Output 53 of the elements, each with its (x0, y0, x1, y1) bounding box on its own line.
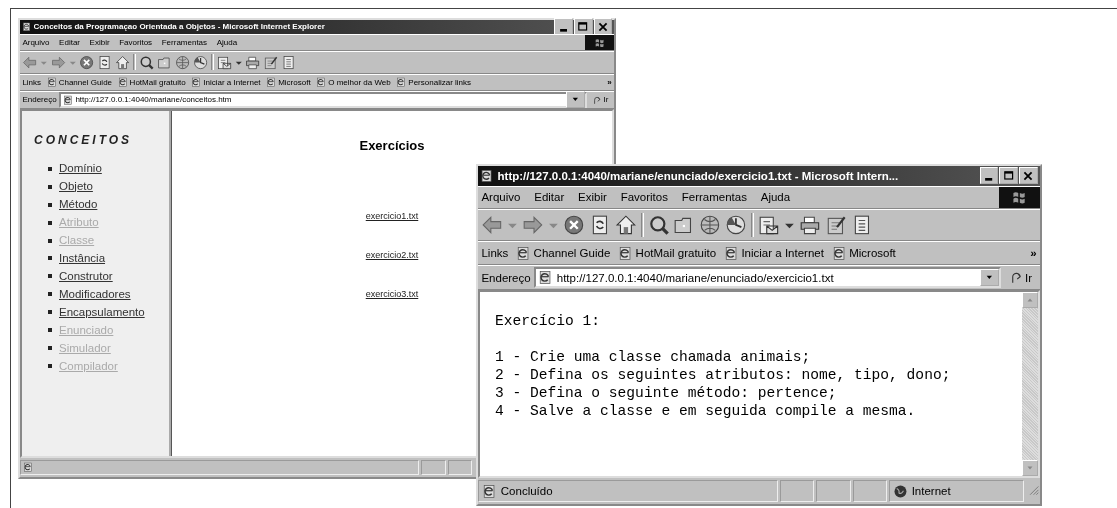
menu-item[interactable]: Exibir (578, 191, 607, 204)
page-heading: Exercícios (359, 137, 425, 153)
link-button[interactable]: Iniciar a Internet (191, 76, 261, 88)
go-button[interactable]: Ir (1004, 270, 1037, 286)
link-button[interactable]: HotMail gratuito (117, 76, 186, 88)
sidebar-link[interactable]: Encapsulamento (59, 304, 145, 321)
links-label: Links (22, 77, 42, 87)
file-link[interactable]: exercicio1.txt (365, 210, 419, 221)
address-label: Endereço (22, 95, 57, 105)
go-button[interactable]: Ir (589, 94, 612, 105)
status-text: Concluído (500, 485, 553, 498)
link-button[interactable]: Channel Guide (516, 245, 611, 261)
link-button[interactable]: Personalizar links (396, 76, 472, 88)
address-field[interactable]: http://127.0.0.1:4040/mariane/enunciado/exercicio1.txt (534, 267, 1001, 289)
menu-item[interactable]: Editar (534, 191, 565, 204)
sidebar-link[interactable]: Objeto (59, 178, 93, 195)
file-link[interactable]: exercicio2.txt (365, 249, 419, 260)
menu-item[interactable]: Favoritos (119, 37, 153, 47)
sidebar-link[interactable]: Domínio (59, 160, 102, 177)
menu-item[interactable]: Arquivo (22, 37, 50, 47)
link-button[interactable]: Iniciar a Internet (724, 245, 824, 261)
menu-item[interactable]: Editar (59, 37, 80, 47)
exercise-line: 3 - Defina o seguinte método: pertence; (495, 384, 837, 403)
file-link[interactable]: exercicio3.txt (365, 288, 419, 299)
exercise-line: 4 - Salve a classe e em seguida compile a mesma. (495, 402, 916, 421)
menu-item[interactable]: Ferramentas (681, 191, 747, 204)
more-links-button[interactable]: » (1030, 247, 1037, 260)
address-label: Endereço (481, 271, 531, 284)
more-links-button[interactable]: » (607, 77, 612, 87)
sidebar-link[interactable]: Construtor (59, 268, 113, 285)
address-field[interactable]: http://127.0.0.1:4040/mariane/conceitos.htm (59, 91, 587, 108)
menu-item[interactable]: Favoritos (620, 191, 668, 204)
exercise-heading: Exercício 1: (495, 312, 601, 331)
sidebar-link[interactable]: Modificadores (59, 286, 131, 303)
exercise-line: 2 - Defina os seguintes atributos: nome, tipo, dono; (495, 366, 951, 385)
window-title: http://127.0.0.1:4040/mariane/enunciado/exercicio1.txt - Microsoft Intern... (497, 169, 900, 182)
menu-item[interactable]: Exibir (89, 37, 110, 47)
link-button[interactable]: Microsoft (831, 245, 896, 261)
menu-item[interactable]: Ajuda (760, 191, 791, 204)
menu-item[interactable]: Arquivo (481, 191, 521, 204)
link-button[interactable]: O melhor da Web (316, 76, 391, 88)
window-title: Conceitos da Programaçao Orientada a Objetos - Microsoft Internet Explorer (33, 22, 326, 32)
exercise-line: 1 - Crie uma classe chamada animais; (495, 348, 811, 367)
sidebar-title: CONCEITOS (34, 132, 134, 147)
zone-text: Internet (911, 485, 951, 498)
link-button[interactable]: Channel Guide (46, 76, 113, 88)
menu-item[interactable]: Ajuda (216, 37, 238, 47)
sidebar-link[interactable]: Instância (59, 250, 106, 267)
sidebar-link[interactable]: Método (59, 196, 98, 213)
menu-item[interactable]: Ferramentas (161, 37, 208, 47)
links-label: Links (481, 247, 509, 260)
link-button[interactable]: Microsoft (266, 76, 311, 88)
link-button[interactable]: HotMail gratuito (618, 245, 717, 261)
